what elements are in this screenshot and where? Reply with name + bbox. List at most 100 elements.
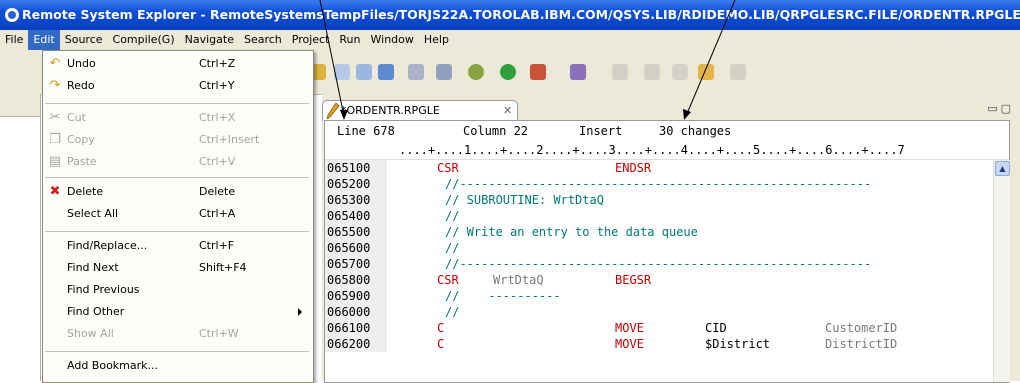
menu-project[interactable]: Project bbox=[287, 30, 335, 50]
source-line[interactable]: 065200 //--------------------------------… bbox=[325, 176, 1009, 192]
editor-status-line: Line 678 Column 22 Insert 30 changes bbox=[325, 121, 1009, 141]
sequence-number: 065100 bbox=[325, 160, 387, 176]
redo-icon: ↷ bbox=[49, 78, 61, 93]
toolbar-external-tools-icon[interactable] bbox=[530, 64, 546, 80]
comment: // ---------- bbox=[445, 289, 561, 303]
menu-item-find-previous[interactable]: Find Previous bbox=[43, 279, 313, 301]
source-line[interactable]: 066000 // bbox=[325, 304, 1009, 320]
status-mode: Insert bbox=[579, 124, 623, 138]
source-line[interactable]: 065300 // SUBROUTINE: WrtDtaQ bbox=[325, 192, 1009, 208]
comment: //--------------------------------------… bbox=[445, 177, 872, 191]
delete-icon: ✖ bbox=[49, 184, 61, 199]
minimize-maximize-icons[interactable]: ▭▢ bbox=[987, 102, 1014, 115]
comment: // Write an entry to the data queue bbox=[445, 225, 698, 239]
menu-item-shortcut: Ctrl+X bbox=[199, 111, 236, 124]
source-line[interactable]: 065500 // Write an entry to the data queu… bbox=[325, 224, 1009, 240]
menu-search[interactable]: Search bbox=[239, 30, 287, 50]
source-line[interactable]: 065800 CSR WrtDtaQ BEGSR bbox=[325, 272, 1009, 288]
vertical-scrollbar[interactable]: ▲ bbox=[993, 160, 1010, 382]
menu-item-label: Select All bbox=[67, 207, 119, 220]
menu-item-find-replace[interactable]: Find/Replace... Ctrl+F bbox=[43, 235, 313, 257]
factor1: WrtDtaQ bbox=[493, 273, 544, 287]
submenu-arrow-icon bbox=[298, 308, 302, 316]
source-line[interactable]: 065400 // bbox=[325, 208, 1009, 224]
menu-item-label: Add Bookmark... bbox=[67, 359, 159, 372]
toolbar-bookmark-icon[interactable] bbox=[334, 64, 350, 80]
menu-item-delete[interactable]: ✖ Delete Delete bbox=[43, 181, 313, 203]
toolbar-new-icon[interactable] bbox=[408, 64, 424, 80]
sequence-number: 065300 bbox=[325, 192, 387, 208]
sequence-number: 066100 bbox=[325, 320, 387, 336]
spec-type: C bbox=[437, 337, 445, 351]
toolbar-next-annotation-icon[interactable] bbox=[612, 64, 628, 80]
source-line[interactable]: 066200 C MOVE $District DistrictID bbox=[325, 336, 1009, 352]
menu-source[interactable]: Source bbox=[60, 30, 108, 50]
menu-window[interactable]: Window bbox=[366, 30, 419, 50]
menu-item-shortcut: Ctrl+Y bbox=[199, 79, 235, 92]
menu-run[interactable]: Run bbox=[334, 30, 365, 50]
cut-icon: ✂ bbox=[49, 110, 61, 125]
toolbar-pen-icon[interactable] bbox=[570, 64, 586, 80]
menu-item-find-next[interactable]: Find Next Shift+F4 bbox=[43, 257, 313, 279]
menu-item-add-bookmark[interactable]: Add Bookmark... bbox=[43, 355, 313, 377]
comment: // bbox=[445, 209, 460, 223]
menu-item-label: Copy bbox=[67, 133, 95, 146]
source-line[interactable]: 065700 //--------------------------------… bbox=[325, 256, 1009, 272]
menu-item-label: Paste bbox=[67, 155, 97, 168]
source-line[interactable]: 065100 CSR ENDSR bbox=[325, 160, 1009, 176]
comment: // bbox=[445, 305, 460, 319]
undo-icon: ↶ bbox=[49, 56, 61, 71]
toolbar-forward-icon[interactable] bbox=[730, 64, 746, 80]
toolbar-run-icon[interactable] bbox=[500, 64, 516, 80]
editor-tab-label: *ORDENTR.RPGLE bbox=[341, 104, 440, 117]
toolbar-save-icon[interactable] bbox=[378, 64, 394, 80]
menu-item-redo[interactable]: ↷ Redo Ctrl+Y bbox=[43, 75, 313, 97]
opcode: ENDSR bbox=[615, 161, 652, 175]
menu-navigate[interactable]: Navigate bbox=[180, 30, 239, 50]
editor-body[interactable]: Line 678 Column 22 Insert 30 changes ....+.… bbox=[324, 120, 1010, 383]
menu-separator bbox=[45, 231, 309, 232]
source-line[interactable]: 065900 // ---------- bbox=[325, 288, 1009, 304]
menu-item-find-other[interactable]: Find Other bbox=[43, 301, 313, 323]
sequence-number: 065700 bbox=[325, 256, 387, 272]
menu-item-shortcut: Ctrl+F bbox=[199, 239, 235, 252]
toolbar-task-icon[interactable] bbox=[356, 64, 372, 80]
spec-type: C bbox=[437, 321, 445, 335]
scroll-up-icon[interactable]: ▲ bbox=[995, 161, 1010, 176]
menu-item-label: Delete bbox=[67, 185, 104, 198]
copy-icon: ❐ bbox=[49, 132, 61, 147]
menu-compile[interactable]: Compile(G) bbox=[108, 30, 180, 50]
window-title-bar: Remote System Explorer - RemoteSystemsTe… bbox=[0, 0, 1020, 30]
menu-edit[interactable]: Edit bbox=[28, 30, 60, 50]
status-changes: 30 changes bbox=[659, 124, 732, 138]
menu-separator bbox=[45, 351, 309, 352]
sequence-number: 065400 bbox=[325, 208, 387, 224]
menu-file[interactable]: File bbox=[0, 30, 28, 50]
menu-item-shortcut: Shift+F4 bbox=[199, 261, 247, 274]
source-line[interactable]: 065600 // bbox=[325, 240, 1009, 256]
close-icon[interactable]: ✕ bbox=[503, 101, 512, 121]
toolbar-last-edit-icon[interactable] bbox=[672, 64, 688, 80]
menu-item-label: Redo bbox=[67, 79, 95, 92]
toolbar-prev-annotation-icon[interactable] bbox=[644, 64, 660, 80]
menu-item-label: Show All bbox=[67, 327, 114, 340]
menu-help[interactable]: Help bbox=[419, 30, 454, 50]
menu-item-shortcut: Ctrl+V bbox=[199, 155, 236, 168]
source-line[interactable]: 066100 C MOVE CID CustomerID bbox=[325, 320, 1009, 336]
opcode: MOVE bbox=[615, 321, 644, 335]
comment: // bbox=[445, 241, 460, 255]
sequence-number: 065500 bbox=[325, 224, 387, 240]
menu-item-select-all[interactable]: Select All Ctrl+A bbox=[43, 203, 313, 225]
toolbar-debug-run-icon[interactable] bbox=[468, 64, 484, 80]
menu-bar: File Edit Source Compile(G) Navigate Search Pr… bbox=[0, 30, 1020, 50]
pencil-icon bbox=[327, 103, 339, 119]
toolbar-open-icon[interactable] bbox=[436, 64, 452, 80]
menu-item-undo[interactable]: ↶ Undo Ctrl+Z bbox=[43, 53, 313, 75]
toolbar-back-icon[interactable] bbox=[698, 64, 714, 80]
source-lines[interactable]: 065100 CSR ENDSR 065200 //-----------------… bbox=[325, 160, 1009, 382]
opcode: MOVE bbox=[615, 337, 644, 351]
spec-type: CSR bbox=[437, 273, 459, 287]
menu-item-shortcut: Ctrl+Insert bbox=[199, 133, 260, 146]
editor-tab[interactable]: *ORDENTR.RPGLE ✕ bbox=[322, 100, 518, 121]
menu-item-shortcut: Ctrl+A bbox=[199, 207, 236, 220]
